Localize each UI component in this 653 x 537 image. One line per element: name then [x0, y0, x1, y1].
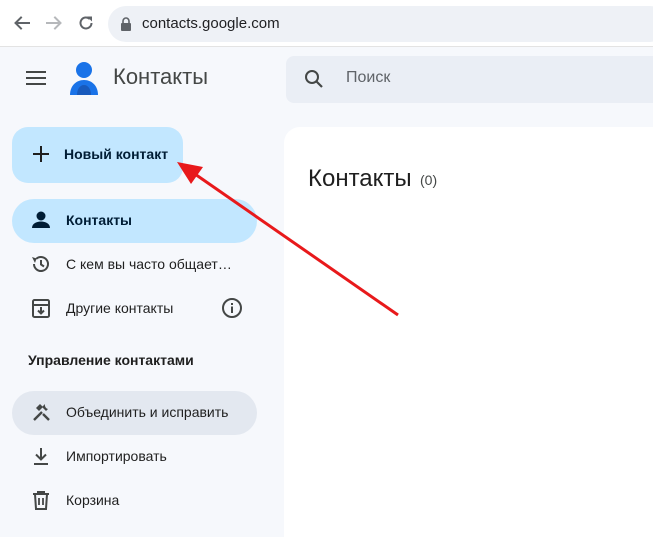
search-placeholder: Поиск	[346, 69, 391, 86]
new-contact-label: Новый контакт	[64, 146, 169, 162]
search-bar[interactable]: Поиск	[286, 56, 653, 103]
search-icon[interactable]	[304, 69, 324, 94]
reload-icon[interactable]	[75, 12, 97, 34]
sidebar-item-label: Импортировать	[66, 448, 167, 464]
plus-icon	[31, 144, 51, 169]
sidebar-item-import[interactable]: Импортировать	[12, 435, 257, 479]
sidebar-item-merge-fix[interactable]: Объединить и исправить	[12, 391, 257, 435]
sidebar-item-frequent[interactable]: С кем вы часто общает…	[12, 243, 257, 287]
trash-icon	[30, 489, 52, 516]
archive-icon	[30, 297, 52, 324]
history-icon	[30, 253, 52, 280]
new-contact-button[interactable]: Новый контакт	[12, 127, 183, 183]
info-icon[interactable]	[221, 297, 243, 324]
sidebar-item-label: Объединить и исправить	[66, 404, 229, 420]
back-arrow-icon[interactable]	[11, 12, 33, 34]
sidebar-item-label: Корзина	[66, 492, 120, 508]
browser-toolbar: contacts.google.com	[0, 0, 653, 47]
contacts-main-panel: Контакты (0)	[284, 127, 653, 537]
sidebar-item-label: Другие контакты	[66, 300, 174, 316]
forward-arrow-icon[interactable]	[43, 12, 65, 34]
manage-section-title: Управление контактами	[28, 352, 194, 368]
hamburger-menu-icon[interactable]	[26, 70, 46, 91]
import-icon	[30, 445, 52, 472]
person-icon	[30, 209, 52, 236]
contact-count: (0)	[420, 172, 438, 188]
app-title[interactable]: Контакты	[113, 64, 208, 90]
sidebar-item-trash[interactable]: Корзина	[12, 479, 257, 523]
sidebar-item-label: С кем вы часто общает…	[66, 256, 232, 272]
page-title: Контакты	[308, 165, 412, 192]
contacts-logo-icon[interactable]	[68, 61, 100, 102]
sidebar-item-label: Контакты	[66, 212, 133, 228]
sidebar-item-contacts[interactable]: Контакты	[12, 199, 257, 243]
merge-tools-icon	[30, 401, 52, 428]
lock-icon	[120, 17, 132, 36]
address-bar[interactable]: contacts.google.com	[108, 6, 653, 42]
sidebar-item-other-contacts[interactable]: Другие контакты	[12, 287, 257, 331]
url-text: contacts.google.com	[142, 15, 280, 32]
